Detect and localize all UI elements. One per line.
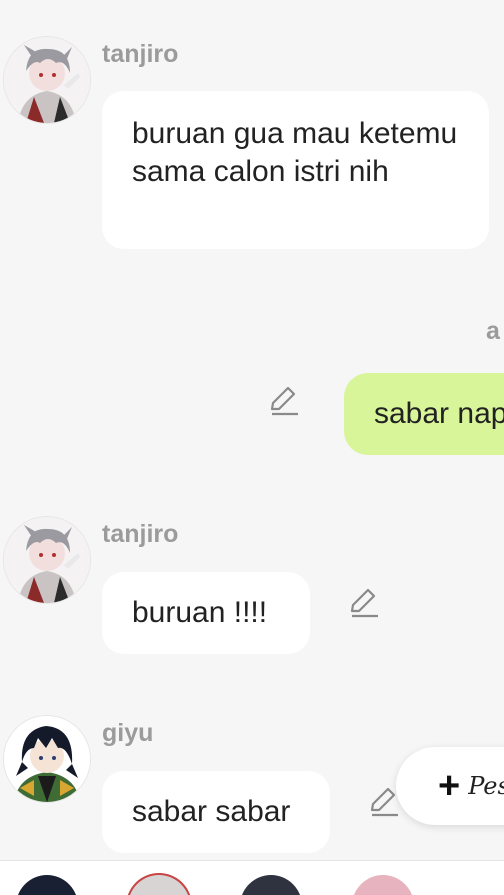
new-message-label: Pes <box>468 772 504 800</box>
pencil-icon[interactable] <box>366 784 400 818</box>
giyu-avatar[interactable] <box>16 875 78 895</box>
message-bubble[interactable]: buruan !!!! <box>102 572 310 654</box>
plus-icon: + <box>438 765 461 807</box>
sender-name: tanjiro <box>102 40 179 68</box>
tanjiro-avatar[interactable] <box>4 517 90 603</box>
tanjiro-avatar[interactable] <box>4 37 90 123</box>
self-sender-name: a <box>486 317 500 345</box>
new-message-button[interactable]: + Pes <box>396 747 504 825</box>
sender-name: tanjiro <box>102 520 179 548</box>
tanjiro-avatar[interactable] <box>128 875 190 895</box>
giyu-avatar[interactable] <box>4 716 90 802</box>
pencil-icon[interactable] <box>346 585 380 619</box>
bottom-avatar-bar <box>0 860 504 895</box>
message-bubble[interactable]: sabar sabar <box>102 771 330 853</box>
user-avatar[interactable] <box>240 875 302 895</box>
user-avatar[interactable] <box>352 875 414 895</box>
self-message-bubble[interactable]: sabar nap <box>344 373 504 455</box>
sender-name: giyu <box>102 719 154 747</box>
pencil-icon[interactable] <box>266 383 300 417</box>
chat-screen: tanjiro buruan gua mau ketemu sama calon… <box>0 0 504 895</box>
message-bubble[interactable]: buruan gua mau ketemu sama calon istri n… <box>102 91 489 249</box>
